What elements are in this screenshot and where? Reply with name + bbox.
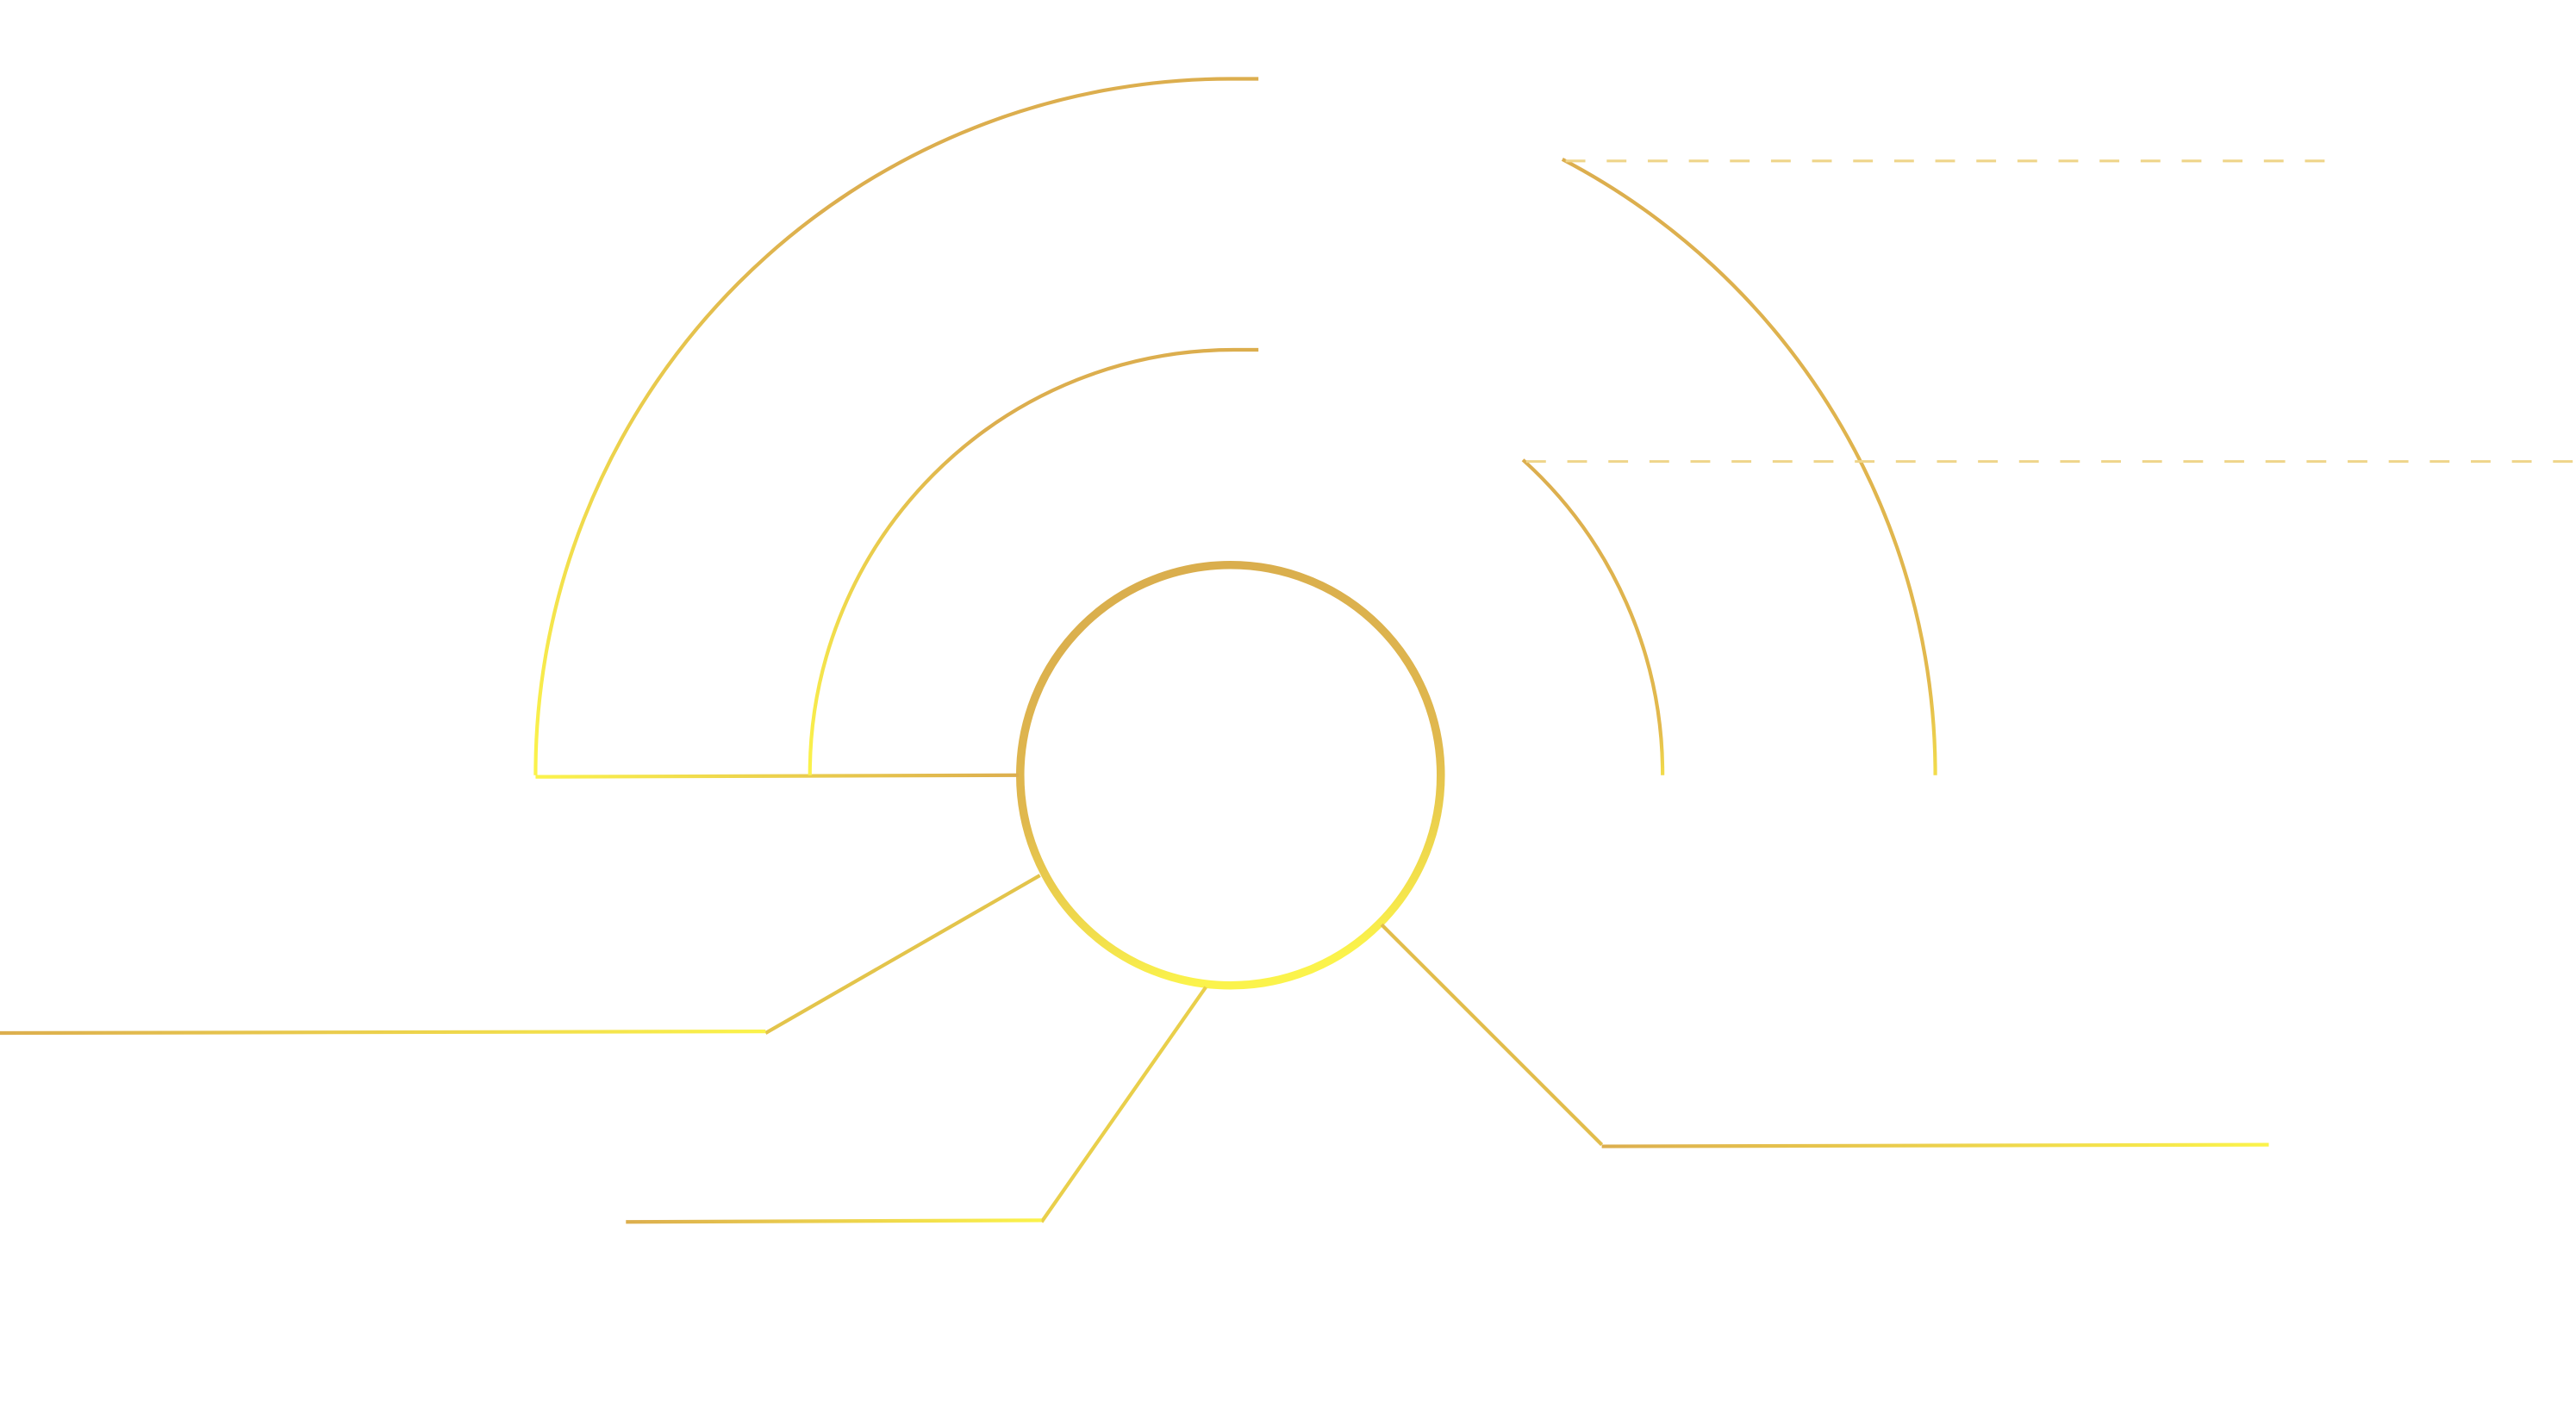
outer-arc-with-bracket [533,77,1937,779]
center-circle [1016,560,1445,990]
connector-right-lower-diagonal [1380,923,1604,1147]
connector-left-upper [0,874,1041,1036]
inner-arc-right [1521,458,1665,775]
radial-line-diagram [0,77,2576,1224]
connector-right-lower [1380,923,2269,1148]
outer-arc-left-base [535,773,1019,779]
connector-left-lower [626,986,1207,1224]
connector-left-lower-horizontal [626,1218,1042,1224]
connector-left-upper-diagonal [764,874,1041,1035]
outer-arc-left [533,77,1259,775]
connector-left-lower-diagonal [1039,986,1207,1223]
connector-left-upper-horizontal [0,1030,766,1036]
outer-arc-right [1561,158,1937,775]
connector-right-lower-horizontal [1601,1142,2269,1148]
